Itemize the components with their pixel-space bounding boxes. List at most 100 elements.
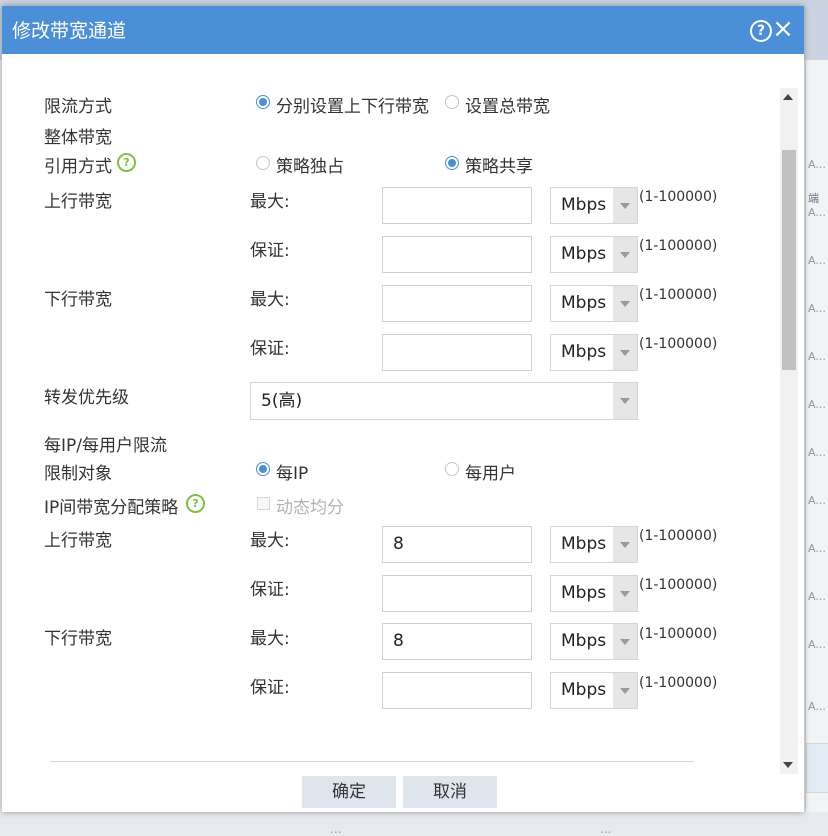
dynamic-split-label[interactable]: 动态均分 — [276, 493, 344, 518]
chevron-down-icon[interactable] — [613, 673, 637, 708]
unit-value: Mbps — [561, 342, 607, 362]
limit-target-label: 限制对象 — [44, 464, 112, 484]
per-down-guarantee-unit-select[interactable]: Mbps — [550, 672, 638, 709]
ip-policy-help-icon[interactable]: ? — [186, 494, 205, 513]
guarantee-label: 保证: — [250, 580, 290, 600]
cancel-button[interactable]: 取消 — [403, 776, 497, 808]
radio-total-bandwidth-label[interactable]: 设置总带宽 — [465, 92, 550, 117]
unit-value: Mbps — [561, 680, 607, 700]
edit-bandwidth-channel-dialog: 修改带宽通道 ? × 限流方式 分别设置上下行带宽 设置总带宽 整体带宽 引用方… — [2, 6, 804, 812]
dialog-body: 限流方式 分别设置上下行带宽 设置总带宽 整体带宽 引用方式 ? 策略独占 策略… — [2, 54, 804, 812]
range-hint: (1-100000) — [639, 336, 718, 352]
background-cell: A... — [808, 350, 826, 363]
priority-label: 转发优先级 — [44, 388, 129, 408]
chevron-down-icon[interactable] — [613, 576, 637, 611]
background-cell: A... — [808, 542, 826, 555]
background-cell: A... — [808, 638, 826, 651]
overall-down-max-input[interactable] — [382, 285, 532, 322]
overall-down-max-unit-select[interactable]: Mbps — [550, 285, 638, 322]
downlink-label: 下行带宽 — [44, 629, 112, 649]
scroll-down-arrow-icon[interactable] — [783, 762, 793, 768]
per-up-guarantee-unit-select[interactable]: Mbps — [550, 575, 638, 612]
radio-policy-exclusive-label[interactable]: 策略独占 — [276, 152, 344, 177]
guarantee-label: 保证: — [250, 339, 290, 359]
overall-up-max-unit-select[interactable]: Mbps — [550, 187, 638, 224]
radio-per-user[interactable] — [445, 462, 459, 476]
background-selected-row — [806, 743, 828, 793]
radio-total-bandwidth[interactable] — [445, 95, 459, 109]
range-hint: (1-100000) — [639, 189, 718, 205]
chevron-down-icon[interactable] — [613, 286, 637, 321]
radio-policy-shared[interactable] — [445, 156, 459, 170]
max-label: 最大: — [250, 629, 290, 649]
guarantee-label: 保证: — [250, 241, 290, 261]
max-label: 最大: — [250, 531, 290, 551]
ip-policy-label: IP间带宽分配策略 — [44, 498, 179, 518]
per-down-guarantee-input[interactable] — [382, 672, 532, 709]
range-hint: (1-100000) — [639, 626, 718, 642]
radio-policy-exclusive[interactable] — [256, 156, 270, 170]
overall-up-guarantee-unit-select[interactable]: Mbps — [550, 236, 638, 273]
overall-down-guarantee-unit-select[interactable]: Mbps — [550, 334, 638, 371]
dialog-title: 修改带宽通道 — [12, 20, 127, 42]
dialog-scrollbar[interactable] — [780, 88, 798, 774]
unit-value: Mbps — [561, 534, 607, 554]
range-hint: (1-100000) — [639, 287, 718, 303]
range-hint: (1-100000) — [639, 238, 718, 254]
radio-separate-up-down-label[interactable]: 分别设置上下行带宽 — [276, 92, 429, 117]
background-cell: A... — [808, 446, 826, 459]
background-cell: A... — [808, 494, 826, 507]
uplink-label: 上行带宽 — [44, 192, 112, 212]
per-up-guarantee-input[interactable] — [382, 575, 532, 612]
per-down-max-unit-select[interactable]: Mbps — [550, 623, 638, 660]
downlink-label: 下行带宽 — [44, 290, 112, 310]
max-label: 最大: — [250, 290, 290, 310]
overall-up-guarantee-input[interactable] — [382, 236, 532, 273]
unit-value: Mbps — [561, 293, 607, 313]
uplink-label: 上行带宽 — [44, 531, 112, 551]
chevron-down-icon[interactable] — [613, 624, 637, 659]
range-hint: (1-100000) — [639, 675, 718, 691]
background-cell: A... — [808, 302, 826, 315]
radio-separate-up-down[interactable] — [256, 95, 270, 109]
background-cell: A... — [808, 254, 826, 267]
dynamic-split-checkbox[interactable] — [257, 497, 270, 510]
scroll-up-arrow-icon[interactable] — [783, 94, 793, 100]
radio-per-ip[interactable] — [256, 462, 270, 476]
radio-per-user-label[interactable]: 每用户 — [465, 459, 516, 484]
footer-divider — [50, 761, 694, 762]
chevron-down-icon[interactable] — [613, 237, 637, 272]
help-icon[interactable]: ? — [750, 20, 772, 42]
background-cell: A... — [808, 700, 826, 713]
overall-up-max-input[interactable] — [382, 187, 532, 224]
range-hint: (1-100000) — [639, 528, 718, 544]
chevron-down-icon[interactable] — [613, 527, 637, 562]
dialog-titlebar: 修改带宽通道 ? × — [2, 6, 804, 54]
ok-button[interactable]: 确定 — [302, 776, 396, 808]
scroll-thumb[interactable] — [782, 150, 796, 370]
close-icon[interactable]: × — [772, 16, 794, 42]
chevron-down-icon[interactable] — [613, 188, 637, 223]
radio-per-ip-label[interactable]: 每IP — [276, 459, 308, 484]
range-hint: (1-100000) — [639, 577, 718, 593]
per-up-max-input[interactable]: 8 — [382, 526, 532, 563]
per-ip-section: 每IP/每用户限流 — [44, 436, 167, 456]
chevron-down-icon[interactable] — [613, 383, 637, 419]
guarantee-label: 保证: — [250, 678, 290, 698]
unit-value: Mbps — [561, 195, 607, 215]
unit-value: Mbps — [561, 631, 607, 651]
chevron-down-icon[interactable] — [613, 335, 637, 370]
ref-mode-label: 引用方式 — [44, 157, 112, 177]
radio-policy-shared-label[interactable]: 策略共享 — [465, 152, 533, 177]
background-cell: A... — [808, 590, 826, 603]
priority-select[interactable]: 5(高) — [250, 382, 638, 420]
limit-mode-label: 限流方式 — [44, 97, 112, 117]
overall-down-guarantee-input[interactable] — [382, 334, 532, 371]
ref-mode-help-icon[interactable]: ? — [117, 153, 136, 172]
per-up-max-unit-select[interactable]: Mbps — [550, 526, 638, 563]
per-down-max-input[interactable]: 8 — [382, 623, 532, 660]
background-footer: ... ... — [0, 812, 828, 836]
background-cell: A... — [808, 206, 826, 219]
background-cell: A... — [808, 398, 826, 411]
unit-value: Mbps — [561, 583, 607, 603]
